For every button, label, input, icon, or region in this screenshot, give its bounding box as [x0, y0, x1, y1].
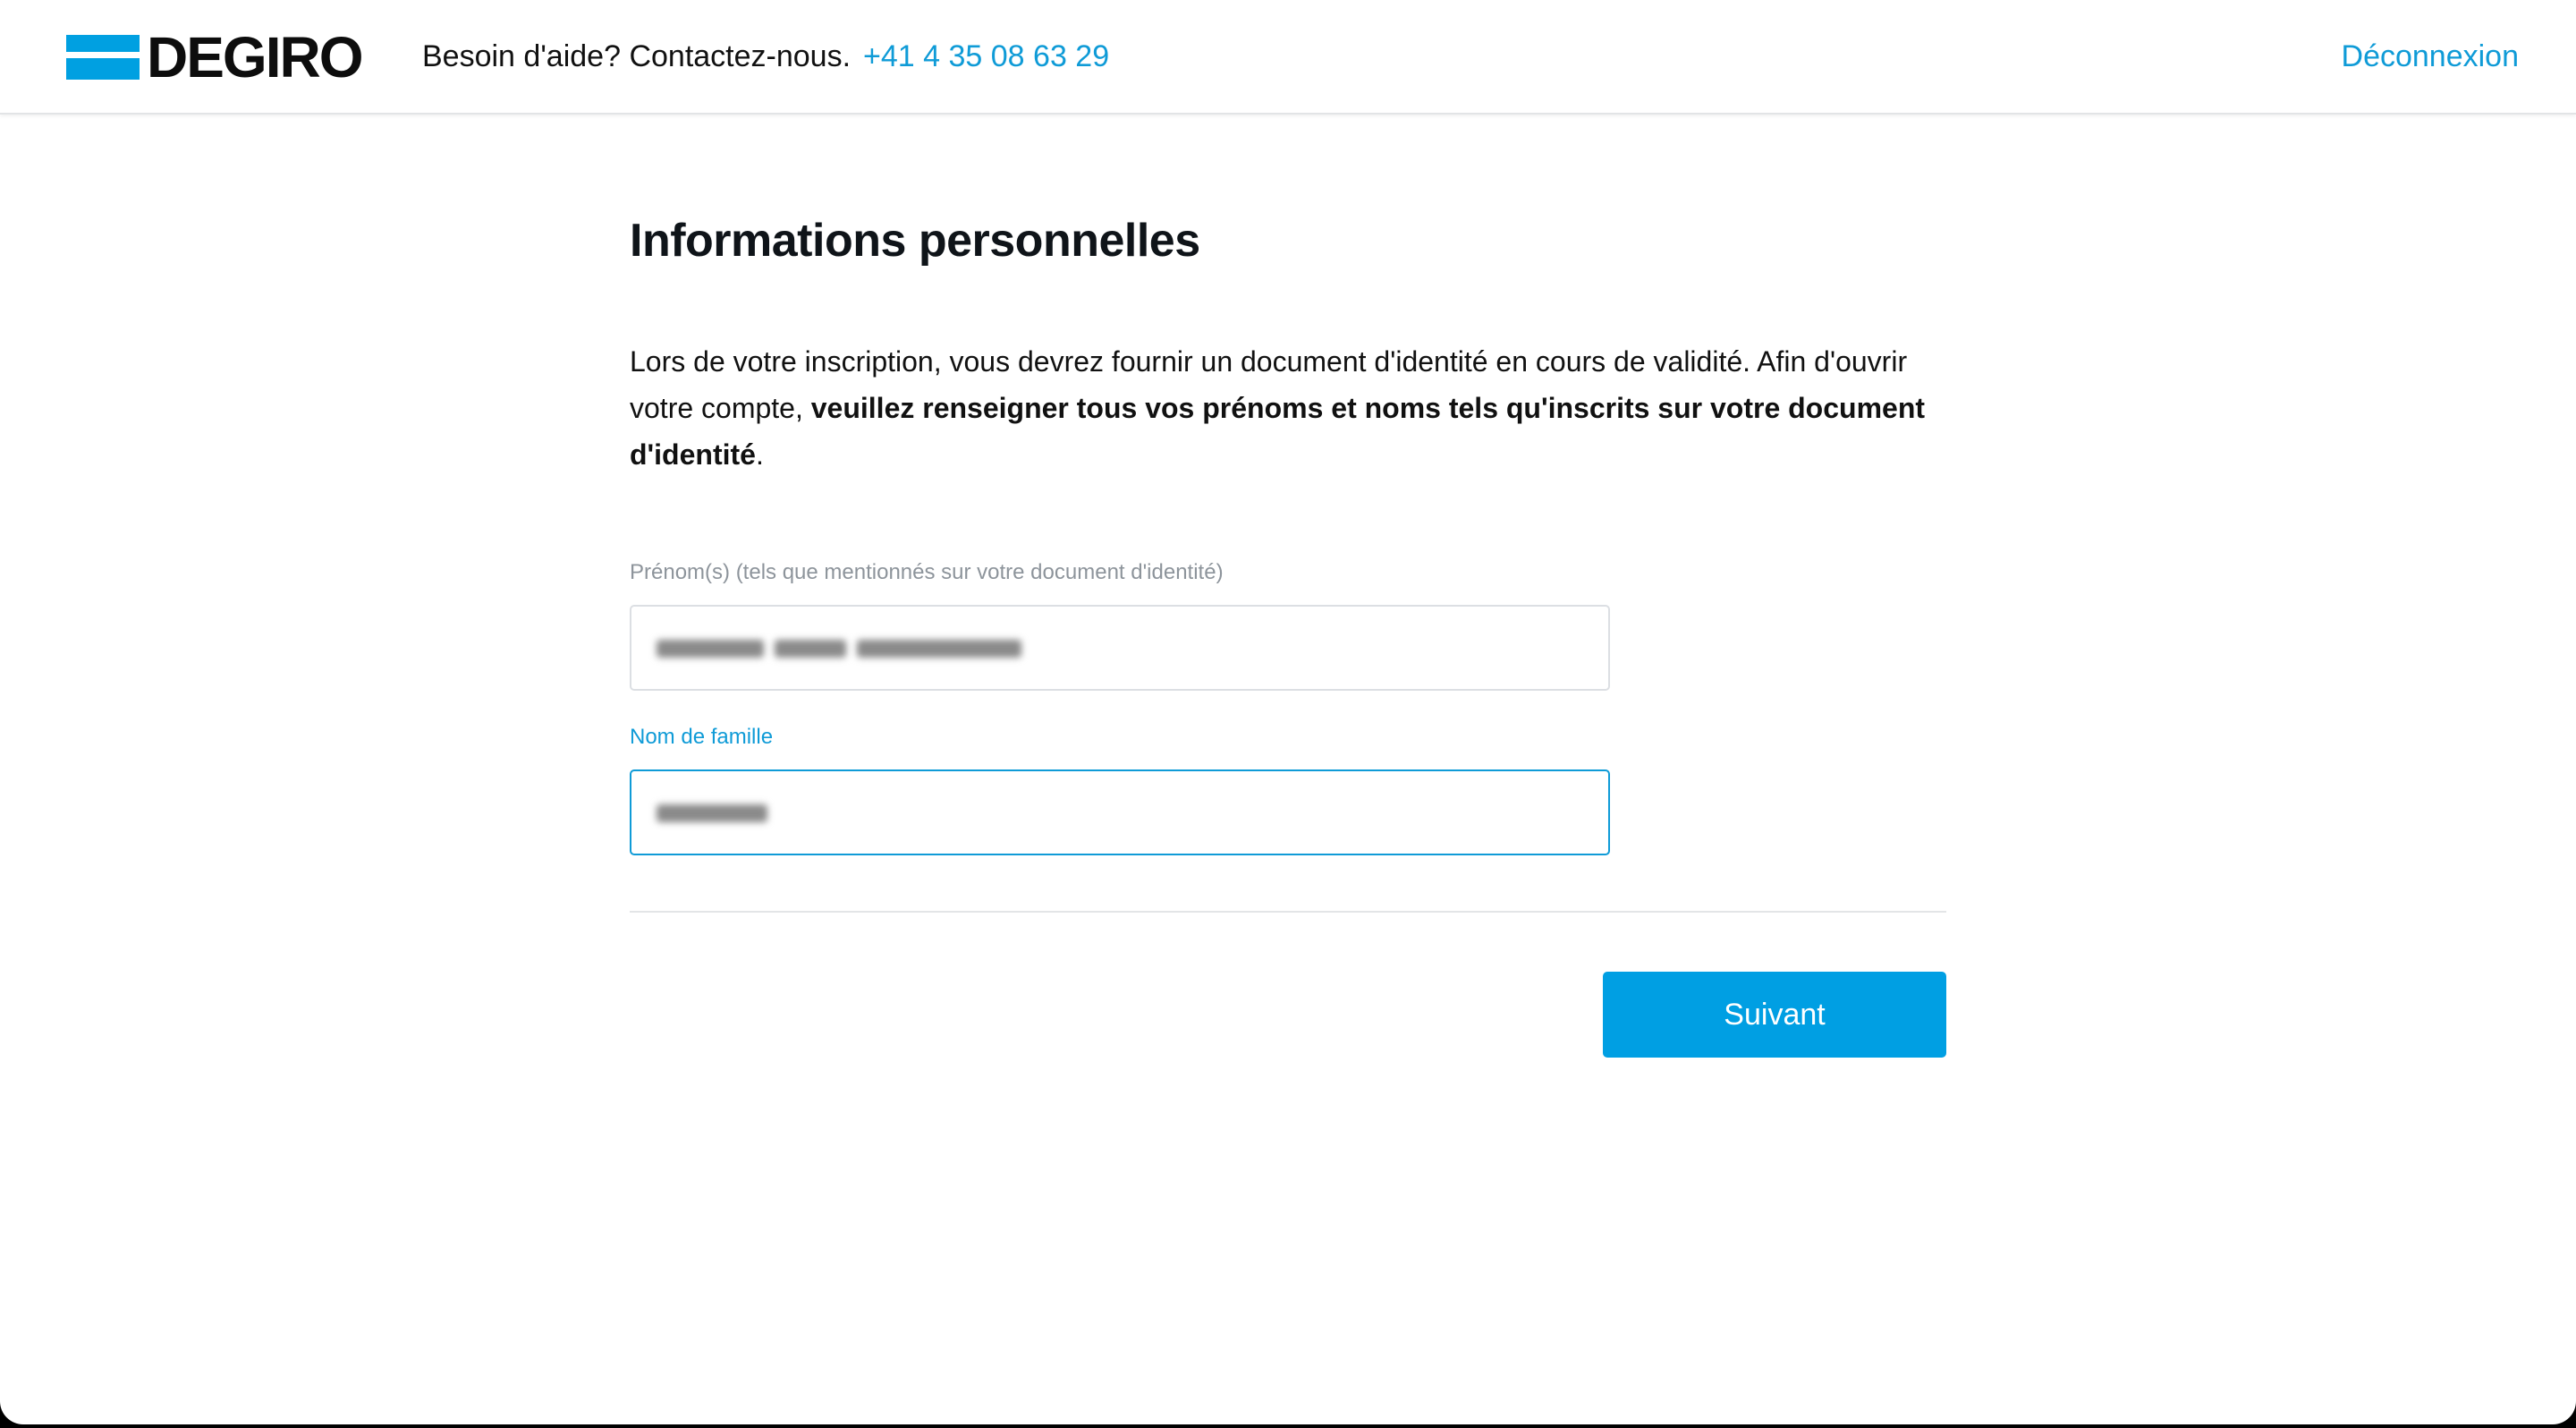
- intro-emphasis: veuillez renseigner tous vos prénoms et …: [630, 392, 1926, 471]
- personal-info-section: Informations personnelles Lors de votre …: [630, 204, 1946, 1058]
- top-header: DEGIRO Besoin d'aide? Contactez-nous. +41…: [0, 0, 2576, 115]
- last-name-input[interactable]: [630, 769, 1610, 855]
- logout-link[interactable]: Déconnexion: [2342, 36, 2519, 77]
- intro-paragraph: Lors de votre inscription, vous devrez f…: [630, 338, 1946, 478]
- phone-link[interactable]: +41 4 35 08 63 29: [863, 39, 1109, 73]
- logo-wordmark: DEGIRO: [147, 25, 363, 89]
- help-contact: Besoin d'aide? Contactez-nous. +41 4 35 0…: [422, 36, 1109, 77]
- first-name-input[interactable]: [630, 605, 1610, 691]
- first-name-label: Prénom(s) (tels que mentionnés sur votre…: [630, 560, 1224, 584]
- form-divider: [630, 911, 1946, 913]
- degiro-logo-icon: [66, 35, 140, 80]
- last-name-blurred-value: [657, 798, 767, 829]
- logo-bar-bottom: [66, 58, 140, 80]
- logo-bar-top: [66, 35, 140, 52]
- next-button[interactable]: Suivant: [1603, 972, 1946, 1058]
- intro-end: .: [755, 438, 764, 471]
- help-text: Besoin d'aide? Contactez-nous.: [422, 39, 852, 73]
- first-name-blurred-value: [657, 633, 1021, 664]
- last-name-label: Nom de famille: [630, 725, 774, 749]
- page: DEGIRO Besoin d'aide? Contactez-nous. +41…: [0, 0, 2576, 1424]
- degiro-logo[interactable]: DEGIRO: [66, 25, 363, 89]
- page-title: Informations personnelles: [630, 215, 1200, 267]
